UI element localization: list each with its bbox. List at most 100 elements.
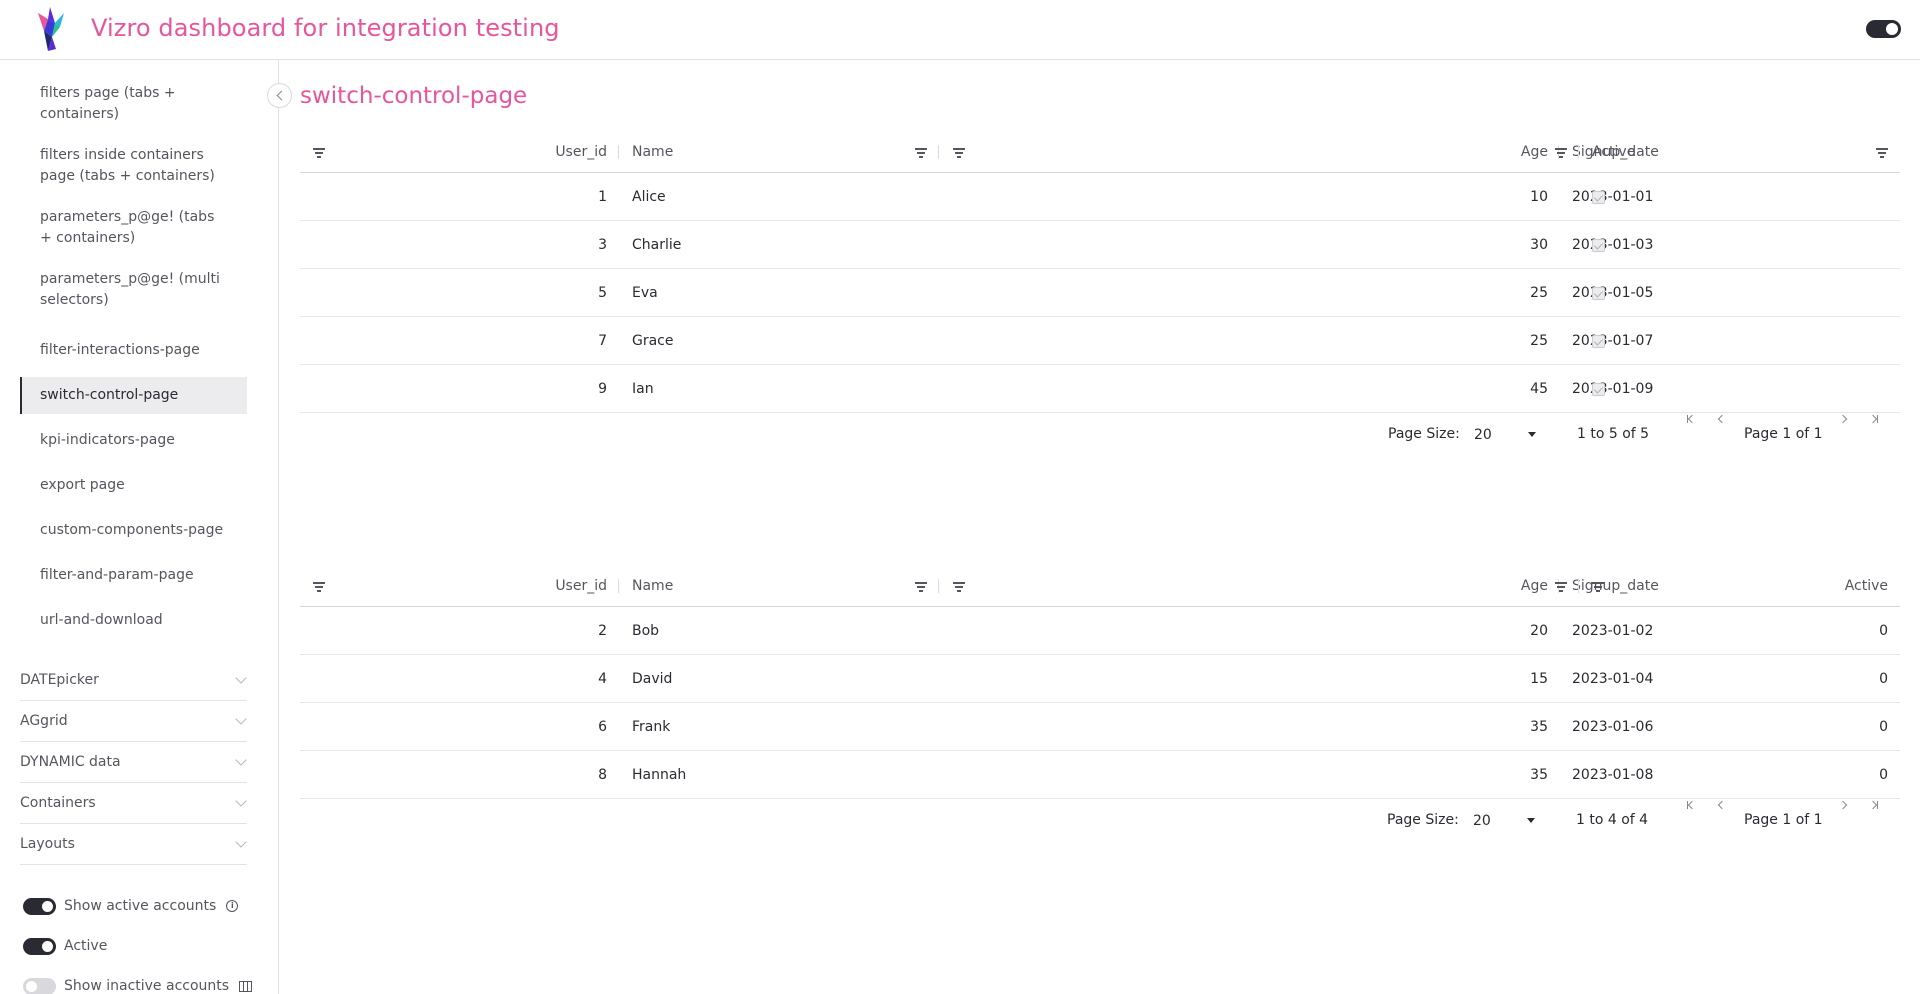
- nav-item-export[interactable]: export page: [20, 463, 247, 508]
- header-age[interactable]: Age: [1000, 131, 1548, 173]
- column-separator[interactable]: [938, 579, 939, 593]
- nav-item-filters-inside-containers[interactable]: filters inside containers page (tabs + c…: [20, 142, 247, 204]
- accordion-layouts[interactable]: Layouts: [20, 824, 247, 865]
- cell-user-id: 7: [598, 333, 607, 349]
- filter-icon[interactable]: [953, 148, 965, 158]
- header-age[interactable]: Age: [1000, 565, 1548, 607]
- accordion-aggrid[interactable]: AGgrid: [20, 701, 247, 742]
- cell-user-id: 3: [598, 237, 607, 253]
- column-separator[interactable]: [618, 579, 619, 593]
- filter-icon[interactable]: [915, 148, 927, 158]
- active-checkbox[interactable]: [1592, 335, 1605, 348]
- filter-icon[interactable]: [1555, 582, 1567, 592]
- pagination: Page Size: 20 1 to 4 of 4 Page 1 of 1: [300, 799, 1900, 841]
- cell-age: 25: [1530, 333, 1548, 349]
- switch-label: Show active accounts: [64, 898, 217, 914]
- cell-age: 20: [1530, 623, 1548, 639]
- header-active[interactable]: Active: [1592, 131, 1635, 173]
- active-switch[interactable]: [23, 937, 56, 955]
- accordion-label: DYNAMIC data: [20, 754, 121, 770]
- last-page-icon[interactable]: [1868, 799, 1880, 811]
- cell-user-id: 8: [598, 767, 607, 783]
- page-indicator: Page 1 of 1: [1744, 812, 1823, 828]
- cell-age: 30: [1530, 237, 1548, 253]
- accordion-datepicker[interactable]: DATEpicker: [20, 660, 247, 701]
- cell-name: Eva: [632, 285, 658, 301]
- info-icon[interactable]: i: [226, 900, 239, 912]
- last-page-icon[interactable]: [1868, 413, 1880, 425]
- nav-item-custom-components[interactable]: custom-components-page: [20, 508, 247, 553]
- column-separator[interactable]: [618, 145, 619, 159]
- active-checkbox[interactable]: [1592, 191, 1605, 204]
- filter-icon[interactable]: [1876, 148, 1888, 158]
- cell-age: 35: [1530, 719, 1548, 735]
- collapse-sidebar-button[interactable]: [267, 83, 292, 108]
- sidebar: filters page (tabs + containers) filters…: [0, 60, 279, 994]
- nav-item-url-and-download[interactable]: url-and-download: [20, 598, 247, 643]
- show-active-switch[interactable]: [23, 897, 56, 915]
- accordion-dynamic-data[interactable]: DYNAMIC data: [20, 742, 247, 783]
- cell-name: Ian: [632, 381, 654, 397]
- accordion-containers[interactable]: Containers: [20, 783, 247, 824]
- table-row[interactable]: 8 Hannah 35 2023-01-08 0: [300, 751, 1900, 799]
- table-row[interactable]: 9 Ian 45 2023-01-09: [300, 365, 1900, 413]
- header-user-id[interactable]: User_id: [300, 131, 607, 173]
- header-name[interactable]: Name: [632, 565, 673, 607]
- nav-item-parameters-multi[interactable]: parameters_p@ge! (multi selectors): [20, 266, 247, 328]
- column-separator[interactable]: [938, 145, 939, 159]
- table-row[interactable]: 2 Bob 20 2023-01-02 0: [300, 607, 1900, 655]
- nav-item-filters-page[interactable]: filters page (tabs + containers): [20, 80, 247, 142]
- table-row[interactable]: 7 Grace 25 2023-01-07: [300, 317, 1900, 365]
- table-row[interactable]: 6 Frank 35 2023-01-06 0: [300, 703, 1900, 751]
- active-switch-row: Active: [23, 936, 107, 956]
- table-row[interactable]: 5 Eva 25 2023-01-05: [300, 269, 1900, 317]
- nav-item-parameters-tabs[interactable]: parameters_p@ge! (tabs + containers): [20, 204, 247, 266]
- active-checkbox[interactable]: [1592, 287, 1605, 300]
- filter-icon[interactable]: [915, 582, 927, 592]
- cell-active: 0: [1879, 767, 1888, 783]
- previous-page-icon[interactable]: [1715, 799, 1727, 811]
- first-page-icon[interactable]: [1685, 799, 1697, 811]
- table-row[interactable]: 1 Alice 10 2023-01-01: [300, 173, 1900, 221]
- active-checkbox[interactable]: [1592, 239, 1605, 252]
- theme-toggle[interactable]: [1866, 20, 1901, 38]
- cell-name: Grace: [632, 333, 674, 349]
- filter-icon[interactable]: [953, 582, 965, 592]
- header-active[interactable]: Active: [1600, 565, 1888, 607]
- next-page-icon[interactable]: [1838, 413, 1850, 425]
- cell-name: Charlie: [632, 237, 682, 253]
- column-separator[interactable]: [1578, 579, 1579, 593]
- previous-page-icon[interactable]: [1715, 413, 1727, 425]
- cell-signup-date: 2023-01-07: [1572, 333, 1654, 349]
- nav-item-kpi-indicators[interactable]: kpi-indicators-page: [20, 418, 247, 463]
- vizro-logo-icon[interactable]: [34, 5, 68, 55]
- show-inactive-switch[interactable]: [23, 977, 56, 994]
- nav-item-switch-control[interactable]: switch-control-page: [20, 377, 247, 414]
- row-range: 1 to 5 of 5: [1577, 426, 1650, 442]
- cell-signup-date: 2023-01-05: [1572, 285, 1654, 301]
- header-name[interactable]: Name: [632, 131, 673, 173]
- chevron-down-icon: [235, 672, 247, 684]
- column-separator[interactable]: [1578, 145, 1579, 159]
- table-row[interactable]: 3 Charlie 30 2023-01-03: [300, 221, 1900, 269]
- cell-age: 25: [1530, 285, 1548, 301]
- show-inactive-switch-row: Show inactive accounts: [23, 976, 253, 994]
- first-page-icon[interactable]: [1685, 413, 1697, 425]
- next-page-icon[interactable]: [1838, 799, 1850, 811]
- pagination: Page Size: 20 1 to 5 of 5 Page 1 of 1: [300, 413, 1900, 455]
- columns-icon[interactable]: [239, 980, 253, 992]
- active-checkbox[interactable]: [1592, 383, 1605, 396]
- filter-icon[interactable]: [1555, 148, 1567, 158]
- header-user-id[interactable]: User_id: [300, 565, 607, 607]
- cell-name: Frank: [632, 719, 671, 735]
- switch-label: Show inactive accounts: [64, 978, 230, 994]
- table-row[interactable]: 4 David 15 2023-01-04 0: [300, 655, 1900, 703]
- page-indicator: Page 1 of 1: [1744, 426, 1823, 442]
- page-size-select[interactable]: 20: [1471, 811, 1539, 831]
- row-range: 1 to 4 of 4: [1576, 812, 1649, 828]
- nav-item-filter-and-param[interactable]: filter-and-param-page: [20, 553, 247, 598]
- cell-user-id: 9: [598, 381, 607, 397]
- nav-item-filter-interactions[interactable]: filter-interactions-page: [20, 328, 247, 373]
- page-size-select[interactable]: 20: [1472, 425, 1540, 445]
- cell-age: 10: [1530, 189, 1548, 205]
